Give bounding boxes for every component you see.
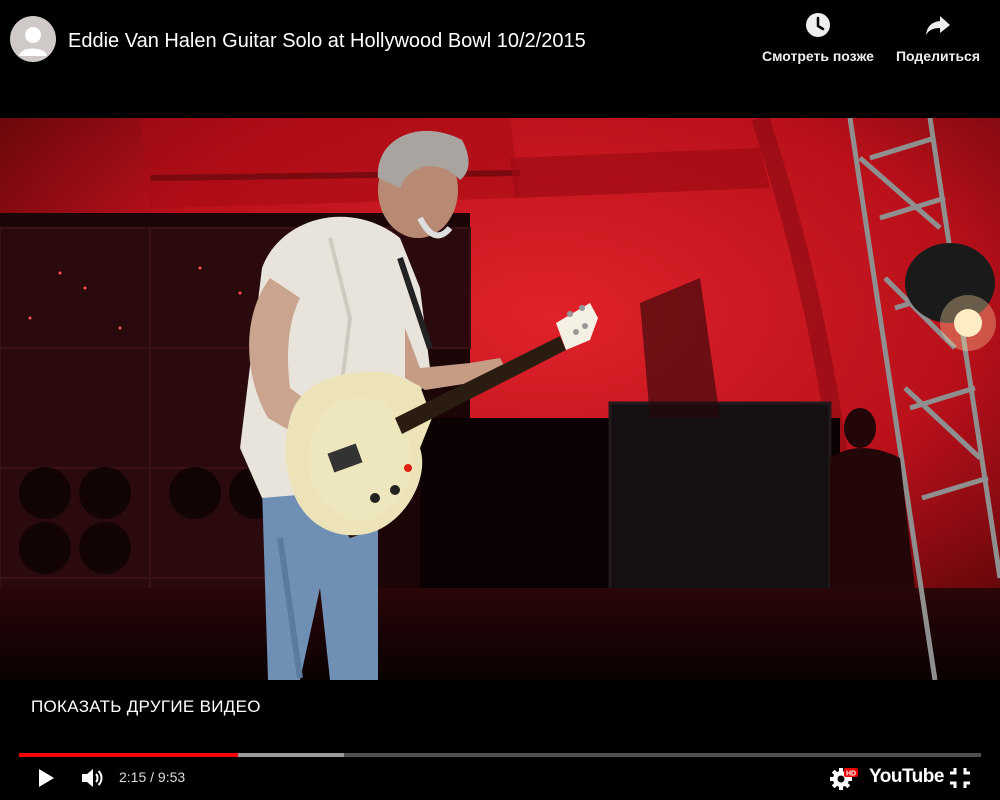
share-label: Поделиться (895, 48, 981, 64)
share-button[interactable]: Поделиться (886, 12, 990, 64)
default-avatar-icon (19, 27, 47, 56)
video-title[interactable]: Eddie Van Halen Guitar Solo at Hollywood… (68, 30, 586, 53)
play-icon (39, 769, 54, 787)
more-videos-button[interactable]: ПОКАЗАТЬ ДРУГИЕ ВИДЕО (31, 697, 261, 717)
player-top-bar: Eddie Van Halen Guitar Solo at Hollywood… (0, 0, 1000, 118)
volume-icon (82, 769, 103, 787)
volume-button[interactable] (80, 766, 106, 790)
progress-bar[interactable] (19, 753, 981, 757)
exit-fullscreen-icon (950, 768, 970, 788)
watch-later-button[interactable]: Смотреть позже (750, 12, 886, 64)
channel-avatar[interactable] (10, 16, 56, 62)
time-display: 2:15 / 9:53 (119, 769, 186, 785)
video-frame[interactable] (0, 118, 1000, 680)
play-button[interactable] (35, 766, 57, 790)
progress-played (19, 753, 239, 757)
exit-fullscreen-button[interactable] (948, 766, 972, 790)
settings-button[interactable]: HD (830, 766, 858, 790)
clock-icon (750, 12, 886, 42)
hd-badge: HD (846, 771, 856, 778)
share-arrow-icon (886, 12, 990, 42)
gear-icon: HD (830, 768, 858, 790)
watch-later-label: Смотреть позже (762, 48, 874, 64)
concert-video-image (0, 118, 1000, 680)
player-controls: ПОКАЗАТЬ ДРУГИЕ ВИДЕО 2:15 / 9:53 HD You… (0, 680, 1000, 800)
youtube-logo[interactable]: YouTube (869, 766, 944, 788)
